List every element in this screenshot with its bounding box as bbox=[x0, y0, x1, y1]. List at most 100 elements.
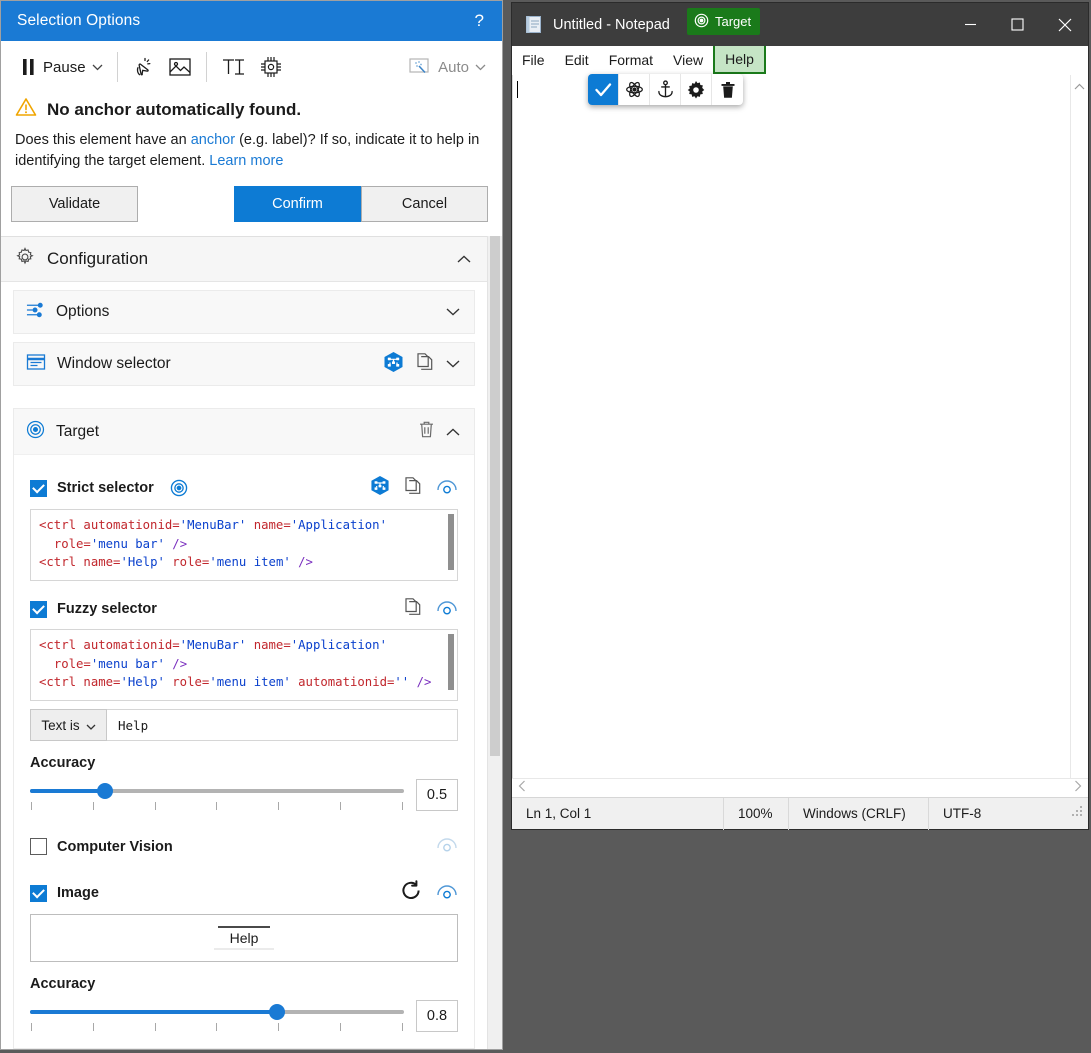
atom-icon[interactable] bbox=[619, 74, 650, 105]
slider-track[interactable] bbox=[30, 1004, 404, 1021]
scrollbar-thumb[interactable] bbox=[448, 514, 454, 571]
anchor-icon[interactable] bbox=[650, 74, 681, 105]
chevron-down-icon bbox=[86, 718, 96, 733]
slider-tick bbox=[401, 1023, 403, 1032]
notepad-status-bar: Ln 1, Col 1 100% Windows (CRLF) UTF-8 bbox=[512, 797, 1088, 830]
menu-help-highlighted[interactable]: Help bbox=[713, 46, 766, 74]
trash-icon[interactable] bbox=[418, 420, 435, 444]
refresh-icon[interactable] bbox=[400, 880, 422, 906]
target-card: Target Strict selector <ctrl automationi… bbox=[13, 408, 475, 1049]
strict-code-scrollbar[interactable] bbox=[446, 512, 455, 578]
image-preview-topline bbox=[218, 926, 270, 929]
copy-icon[interactable] bbox=[416, 352, 434, 376]
slider-ticks bbox=[30, 799, 404, 811]
copy-icon[interactable] bbox=[404, 476, 422, 500]
learn-more-link[interactable]: Learn more bbox=[209, 153, 283, 169]
copy-icon[interactable] bbox=[404, 597, 422, 621]
image-accuracy-value[interactable]: 0.8 bbox=[416, 1000, 458, 1033]
confirm-button[interactable]: Confirm bbox=[234, 186, 361, 223]
close-icon[interactable] bbox=[1041, 3, 1088, 46]
slider-tick bbox=[278, 802, 280, 811]
strict-selector-code[interactable]: <ctrl automationid='MenuBar' name='Appli… bbox=[30, 509, 458, 582]
validate-button[interactable]: Validate bbox=[11, 186, 138, 223]
chevron-down-icon[interactable] bbox=[92, 64, 103, 71]
chip-action-icon bbox=[259, 55, 283, 79]
strict-selector-checkbox[interactable] bbox=[30, 479, 47, 497]
chevron-up-icon[interactable] bbox=[1074, 79, 1085, 93]
match-mode-dropdown[interactable]: Text is bbox=[30, 709, 107, 742]
ui-explorer-icon[interactable] bbox=[383, 351, 404, 378]
indicate-icon[interactable] bbox=[436, 477, 458, 500]
confirm-check-icon[interactable] bbox=[588, 74, 619, 105]
fuzzy-code-scrollbar[interactable] bbox=[446, 632, 455, 698]
menu-edit[interactable]: Edit bbox=[555, 46, 599, 74]
slider-track-fill bbox=[30, 1010, 277, 1015]
gear-icon bbox=[15, 246, 35, 272]
fuzzy-accuracy-slider[interactable] bbox=[30, 779, 404, 811]
image-action-button[interactable] bbox=[162, 49, 198, 85]
notepad-horizontal-scrollbar[interactable] bbox=[512, 778, 1088, 797]
menu-format[interactable]: Format bbox=[599, 46, 663, 74]
minimize-icon[interactable] bbox=[947, 3, 994, 46]
fuzzy-accuracy-value[interactable]: 0.5 bbox=[416, 779, 458, 812]
slider-track[interactable] bbox=[30, 783, 404, 800]
cancel-button[interactable]: Cancel bbox=[361, 186, 488, 223]
image-preview-content: Help bbox=[214, 926, 274, 951]
chevron-down-icon[interactable] bbox=[446, 355, 460, 373]
fuzzy-selector-code[interactable]: <ctrl automationid='MenuBar' name='Appli… bbox=[30, 629, 458, 702]
resize-grip-icon[interactable] bbox=[1072, 806, 1088, 821]
image-checkbox[interactable] bbox=[30, 884, 47, 902]
maximize-icon[interactable] bbox=[994, 3, 1041, 46]
pause-label: Pause bbox=[43, 58, 86, 76]
gear-icon[interactable] bbox=[681, 74, 712, 105]
action-buttons-row: Validate Confirm Cancel bbox=[1, 172, 502, 236]
chevron-down-icon[interactable] bbox=[475, 64, 486, 71]
notepad-title: Untitled - Notepad bbox=[553, 16, 670, 33]
chevron-down-icon[interactable] bbox=[446, 303, 460, 321]
notepad-text-area[interactable] bbox=[512, 75, 1070, 778]
panel-scrollbar-thumb[interactable] bbox=[490, 236, 500, 757]
slider-knob[interactable] bbox=[268, 1004, 285, 1021]
computer-vision-checkbox[interactable] bbox=[30, 838, 47, 856]
chevron-up-icon[interactable] bbox=[457, 250, 471, 268]
window-selector-accordion[interactable]: Window selector bbox=[13, 342, 475, 387]
fuzzy-selector-checkbox[interactable] bbox=[30, 600, 47, 618]
indicate-icon[interactable] bbox=[436, 598, 458, 621]
trash-icon[interactable] bbox=[712, 74, 743, 105]
computer-vision-label: Computer Vision bbox=[57, 838, 173, 855]
help-button[interactable]: ? bbox=[471, 11, 488, 31]
chevron-right-icon[interactable] bbox=[1074, 779, 1082, 797]
anchor-link[interactable]: anchor bbox=[191, 132, 235, 148]
auto-mode-button[interactable]: Auto bbox=[402, 49, 492, 85]
ui-explorer-icon[interactable] bbox=[370, 475, 390, 501]
target-icon[interactable] bbox=[170, 479, 188, 497]
slider-knob[interactable] bbox=[96, 783, 113, 800]
click-action-button[interactable] bbox=[126, 49, 162, 85]
status-encoding: UTF-8 bbox=[943, 806, 982, 821]
click-action-icon bbox=[132, 55, 156, 79]
selection-options-titlebar: Selection Options ? bbox=[1, 1, 502, 41]
target-header[interactable]: Target bbox=[14, 409, 474, 456]
text-action-button[interactable] bbox=[215, 49, 253, 85]
text-action-icon bbox=[221, 56, 247, 78]
chip-action-button[interactable] bbox=[253, 49, 289, 85]
image-accuracy-slider[interactable] bbox=[30, 1000, 404, 1032]
menu-view[interactable]: View bbox=[663, 46, 713, 74]
pause-button[interactable]: Pause bbox=[15, 49, 109, 85]
options-accordion[interactable]: Options bbox=[13, 290, 475, 335]
scrollbar-thumb[interactable] bbox=[448, 634, 454, 691]
image-action-icon bbox=[168, 56, 192, 78]
chevron-up-icon[interactable] bbox=[446, 423, 460, 441]
chevron-left-icon[interactable] bbox=[518, 779, 526, 797]
notepad-vertical-scrollbar[interactable] bbox=[1070, 75, 1088, 778]
match-value-input[interactable]: Help bbox=[107, 709, 458, 742]
image-preview[interactable]: Help bbox=[30, 914, 458, 963]
configuration-header[interactable]: Configuration bbox=[1, 236, 487, 283]
notepad-titlebar[interactable]: Untitled - Notepad bbox=[512, 3, 1088, 46]
panel-scrollbar[interactable] bbox=[487, 236, 502, 1049]
window-selector-title: Window selector bbox=[57, 355, 171, 373]
selection-options-panel: Selection Options ? Pause Auto No anchor… bbox=[0, 0, 503, 1050]
match-mode-label: Text is bbox=[41, 717, 80, 733]
menu-file[interactable]: File bbox=[512, 46, 555, 74]
indicate-icon[interactable] bbox=[436, 882, 458, 905]
